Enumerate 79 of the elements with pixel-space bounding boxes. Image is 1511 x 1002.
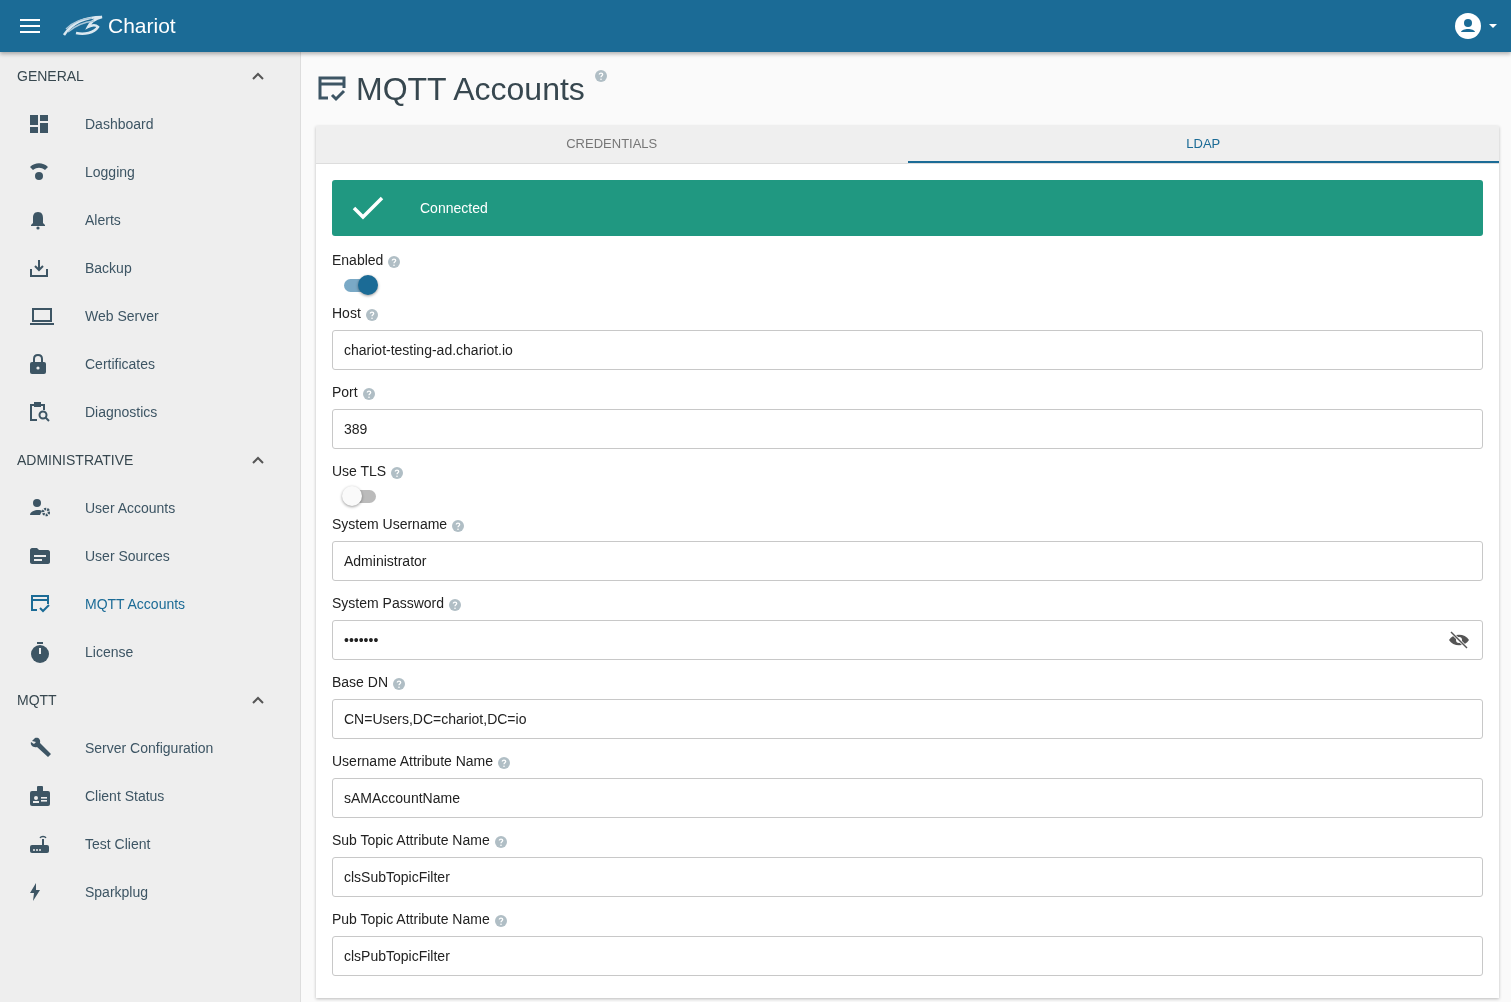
sidebar-item[interactable]: Sparkplug: [0, 868, 300, 916]
hide-password-icon[interactable]: [1448, 631, 1470, 649]
signal-icon: [30, 163, 48, 181]
help-icon[interactable]: [393, 677, 406, 690]
page-title: MQTT Accounts: [356, 70, 585, 108]
sidebar-item[interactable]: Client Status: [0, 772, 300, 820]
app-title: Chariot: [108, 14, 176, 38]
sidebar-item[interactable]: User Sources: [0, 532, 300, 580]
chevron-up-icon: [252, 456, 264, 464]
lock-icon: [30, 354, 46, 374]
bell-icon: [30, 210, 46, 230]
sidebar-item[interactable]: Server Configuration: [0, 724, 300, 772]
caret-icon: [1489, 23, 1497, 29]
router-icon: [30, 835, 50, 853]
field-label: Username Attribute Name: [332, 753, 494, 769]
field-label: Use TLS: [332, 463, 387, 479]
help-icon[interactable]: [494, 835, 507, 848]
lightning-bolt-icon: [30, 883, 40, 901]
section-header[interactable]: GENERAL: [0, 52, 300, 100]
toggle-switch[interactable]: [342, 274, 378, 296]
help-icon[interactable]: [452, 519, 465, 532]
logo-icon: [62, 15, 104, 37]
download-icon: [30, 259, 48, 277]
help-icon[interactable]: [449, 598, 462, 611]
input-field[interactable]: chariot-testing-ad.chariot.io: [332, 330, 1483, 370]
input-field[interactable]: sAMAccountName: [332, 778, 1483, 818]
help-icon[interactable]: [494, 914, 507, 927]
folder-icon: [30, 548, 50, 564]
input-field[interactable]: clsPubTopicFilter: [332, 936, 1483, 976]
field-label: Base DN: [332, 674, 389, 690]
field-label: Port: [332, 384, 358, 400]
help-icon[interactable]: [498, 756, 511, 769]
section-header[interactable]: MQTT: [0, 676, 300, 724]
card-check-icon: [318, 76, 346, 102]
field-label: Host: [332, 305, 361, 321]
sidebar-item[interactable]: Certificates: [0, 340, 300, 388]
user-gear-icon: [30, 499, 50, 517]
tab[interactable]: CREDENTIALS: [316, 126, 908, 163]
stopwatch-icon: [30, 641, 50, 663]
input-field[interactable]: CN=Users,DC=chariot,DC=io: [332, 699, 1483, 739]
help-icon[interactable]: [594, 70, 607, 82]
chevron-up-icon: [252, 696, 264, 704]
sidebar-item[interactable]: Diagnostics: [0, 388, 300, 436]
section-header[interactable]: ADMINISTRATIVE: [0, 436, 300, 484]
clipboard-search-icon: [30, 402, 50, 422]
sidebar-item[interactable]: Web Server: [0, 292, 300, 340]
checkmark-icon: [352, 196, 384, 220]
sidebar-item[interactable]: Alerts: [0, 196, 300, 244]
dashboard-icon: [30, 115, 48, 133]
sidebar-item[interactable]: Test Client: [0, 820, 300, 868]
help-icon[interactable]: [388, 255, 401, 268]
input-field[interactable]: clsSubTopicFilter: [332, 857, 1483, 897]
sidebar-item[interactable]: Backup: [0, 244, 300, 292]
sidebar-item[interactable]: Logging: [0, 148, 300, 196]
field-label: System Username: [332, 516, 448, 532]
field-label: System Password: [332, 595, 445, 611]
sidebar-item[interactable]: Dashboard: [0, 100, 300, 148]
toggle-switch[interactable]: [342, 485, 378, 507]
input-field[interactable]: 389: [332, 409, 1483, 449]
tab[interactable]: LDAP: [907, 126, 1499, 163]
id-badge-icon: [30, 786, 50, 806]
status-text: Connected: [420, 200, 488, 216]
field-label: Enabled: [332, 252, 384, 268]
password-field[interactable]: •••••••: [332, 620, 1483, 660]
sidebar-item[interactable]: License: [0, 628, 300, 676]
card-check-icon: [30, 595, 50, 613]
sidebar-item[interactable]: User Accounts: [0, 484, 300, 532]
chevron-up-icon: [252, 72, 264, 80]
menu-icon[interactable]: [20, 19, 40, 33]
wrench-icon: [30, 737, 52, 759]
field-label: Pub Topic Attribute Name: [332, 911, 490, 927]
account-menu-button[interactable]: [1455, 13, 1497, 39]
field-label: Sub Topic Attribute Name: [332, 832, 490, 848]
help-icon[interactable]: [391, 466, 404, 479]
help-icon[interactable]: [362, 387, 375, 400]
sidebar-item[interactable]: MQTT Accounts: [0, 580, 300, 628]
laptop-icon: [30, 307, 54, 325]
input-field[interactable]: Administrator: [332, 541, 1483, 581]
help-icon[interactable]: [365, 308, 378, 321]
